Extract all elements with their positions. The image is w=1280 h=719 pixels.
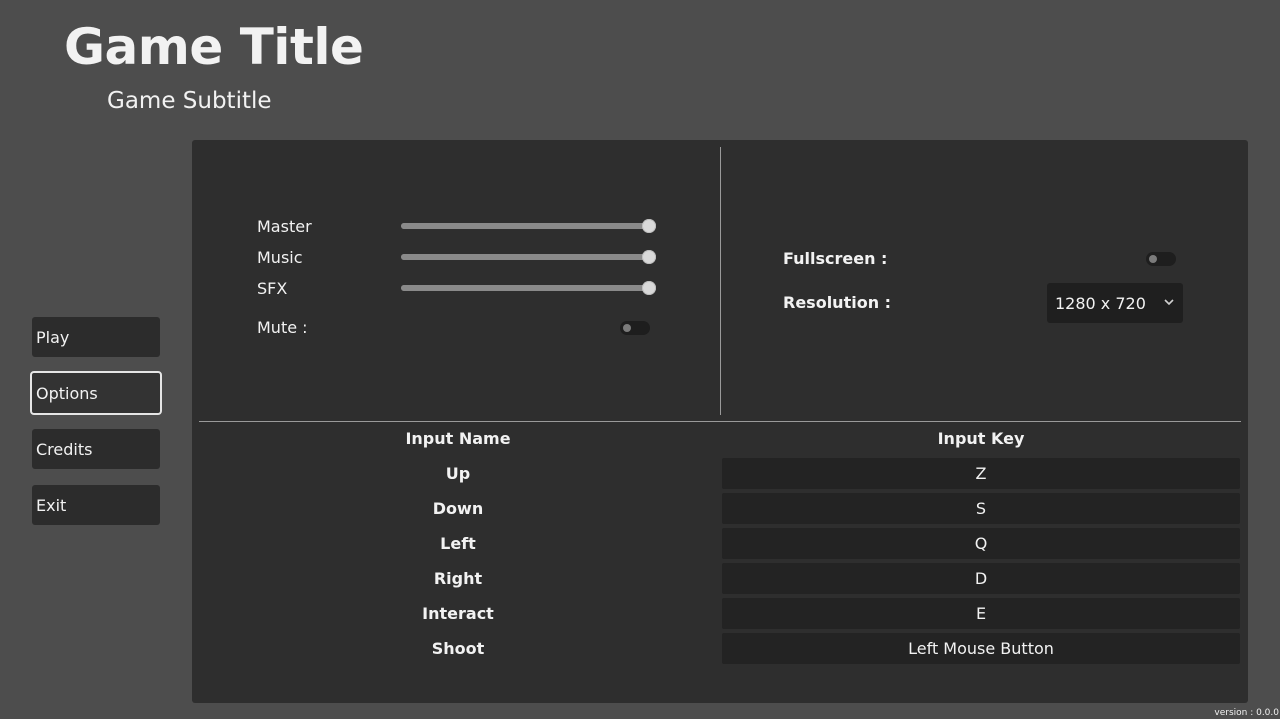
input-key-left[interactable]: Q <box>722 528 1240 559</box>
mute-label: Mute : <box>257 318 308 337</box>
input-key-right[interactable]: D <box>722 563 1240 594</box>
input-name-right: Right <box>433 569 483 588</box>
version-label: version : 0.0.0 <box>1214 708 1279 718</box>
resolution-label: Resolution : <box>783 293 892 312</box>
input-name-left: Left <box>440 534 476 553</box>
master-volume-label: Master <box>257 217 312 236</box>
mute-toggle-knob <box>623 324 631 332</box>
input-name-up: Up <box>445 464 471 483</box>
input-key-header: Input Key <box>937 429 1025 448</box>
vertical-divider <box>720 147 721 415</box>
sfx-volume-slider[interactable] <box>401 281 656 295</box>
game-title: Game Title <box>64 18 364 76</box>
options-button[interactable]: Options <box>30 371 162 415</box>
chevron-down-icon <box>1164 299 1174 306</box>
game-subtitle: Game Subtitle <box>107 88 272 114</box>
resolution-value: 1280 x 720 <box>1055 293 1146 313</box>
input-key-down[interactable]: S <box>722 493 1240 524</box>
input-key-shoot[interactable]: Left Mouse Button <box>722 633 1240 664</box>
options-panel: Master Music SFX Mute : Fullscreen : Res… <box>192 140 1248 703</box>
fullscreen-toggle-knob <box>1149 255 1157 263</box>
input-name-shoot: Shoot <box>431 639 485 658</box>
sfx-volume-label: SFX <box>257 279 288 298</box>
music-volume-knob[interactable] <box>642 250 656 264</box>
fullscreen-label: Fullscreen : <box>783 249 888 268</box>
music-volume-slider[interactable] <box>401 250 656 264</box>
play-button[interactable]: Play <box>32 317 160 357</box>
input-key-interact[interactable]: E <box>722 598 1240 629</box>
master-volume-slider[interactable] <box>401 219 656 233</box>
exit-button[interactable]: Exit <box>32 485 160 525</box>
input-name-header: Input Name <box>405 429 511 448</box>
input-name-down: Down <box>432 499 484 518</box>
resolution-dropdown[interactable]: 1280 x 720 <box>1047 283 1183 323</box>
input-key-up[interactable]: Z <box>722 458 1240 489</box>
music-volume-label: Music <box>257 248 303 267</box>
credits-button[interactable]: Credits <box>32 429 160 469</box>
game-screen: Game Title Game Subtitle Play Options Cr… <box>0 0 1280 719</box>
horizontal-divider <box>199 421 1241 422</box>
sfx-volume-knob[interactable] <box>642 281 656 295</box>
mute-toggle[interactable] <box>620 321 650 335</box>
master-volume-knob[interactable] <box>642 219 656 233</box>
input-name-interact: Interact <box>422 604 494 623</box>
fullscreen-toggle[interactable] <box>1146 252 1176 266</box>
